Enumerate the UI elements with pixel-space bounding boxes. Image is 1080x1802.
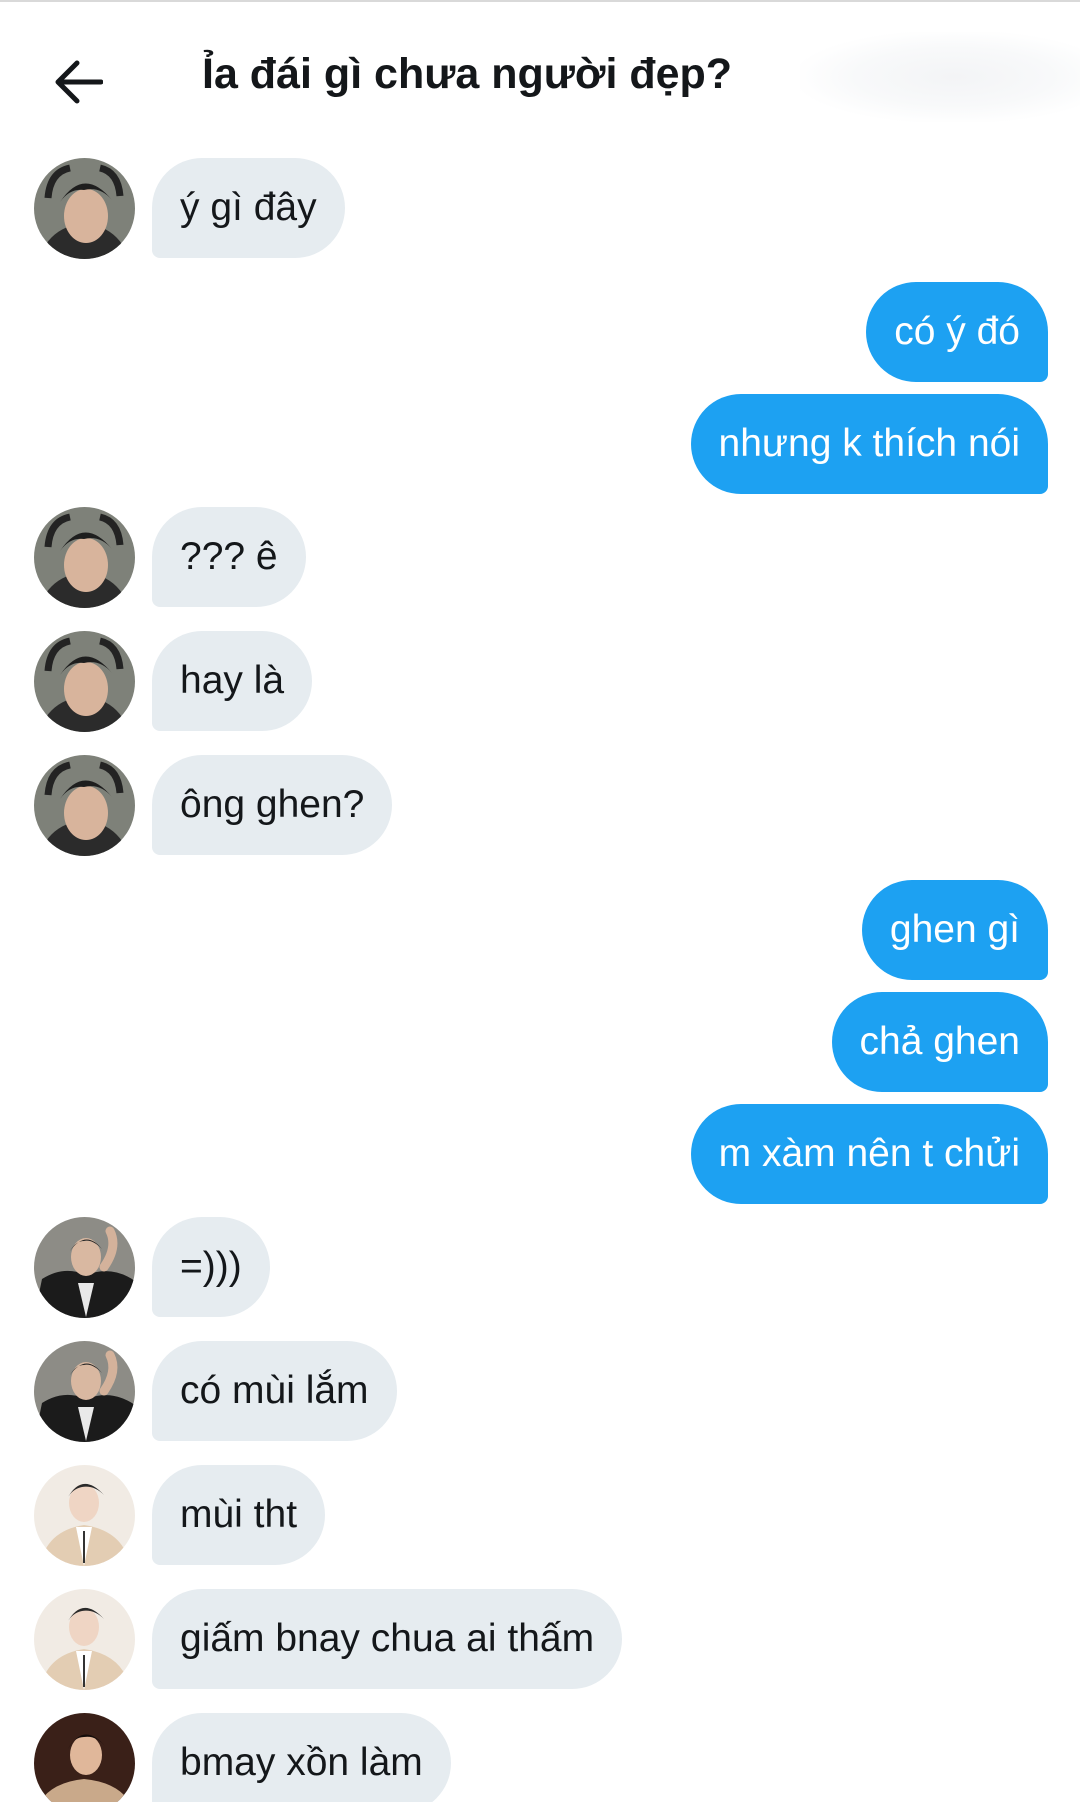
message-bubble-incoming[interactable]: mùi tht — [152, 1465, 326, 1565]
message-bubble-incoming[interactable]: có mùi lắm — [152, 1341, 397, 1441]
back-button[interactable] — [38, 32, 118, 132]
message-bubble-incoming[interactable]: =))) — [152, 1217, 270, 1317]
message-bubble-incoming[interactable]: ??? ê — [152, 507, 306, 607]
avatar[interactable] — [34, 1341, 135, 1442]
avatar[interactable] — [34, 158, 135, 259]
message-bubble-outgoing[interactable]: m xàm nên t chửi — [690, 1104, 1048, 1204]
conversation-header: Ỉa đái gì chưa người đẹp? — [0, 2, 1080, 152]
avatar[interactable] — [34, 1713, 135, 1802]
message-bubble-incoming[interactable]: bmay xồn làm — [152, 1713, 451, 1802]
avatar[interactable] — [34, 1589, 135, 1690]
dm-conversation-screen: Ỉa đái gì chưa người đẹp? ý gì đây có ý … — [0, 0, 1080, 1802]
avatar[interactable] — [34, 755, 135, 856]
message-bubble-outgoing[interactable]: ghen gì — [861, 880, 1048, 980]
message-bubble-incoming[interactable]: ý gì đây — [152, 158, 345, 258]
message-bubble-incoming[interactable]: ông ghen? — [152, 755, 393, 855]
arrow-left-icon — [55, 60, 103, 104]
avatar[interactable] — [34, 507, 135, 608]
conversation-title: Ỉa đái gì chưa người đẹp? — [202, 50, 733, 98]
avatar[interactable] — [34, 1465, 135, 1566]
redacted-area — [800, 32, 1080, 122]
avatar[interactable] — [34, 631, 135, 732]
message-bubble-incoming[interactable]: hay là — [152, 631, 313, 731]
avatar[interactable] — [34, 1217, 135, 1318]
message-bubble-outgoing[interactable]: có ý đó — [866, 282, 1048, 382]
message-bubble-outgoing[interactable]: nhưng k thích nói — [690, 394, 1048, 494]
message-bubble-incoming[interactable]: giấm bnay chua ai thấm — [152, 1589, 623, 1689]
message-bubble-outgoing[interactable]: chả ghen — [831, 992, 1048, 1092]
